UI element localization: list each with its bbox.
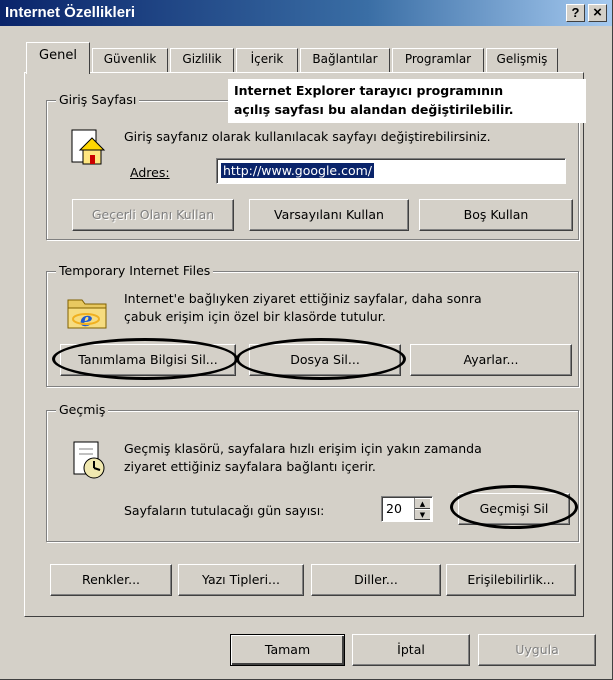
spin-up-icon[interactable]: ▲ xyxy=(415,498,430,509)
home-page-group-label: Giriş Sayfası xyxy=(56,92,140,107)
internet-options-dialog: Internet Özellikleri ? × Genel Güvenlik … xyxy=(0,0,613,680)
fonts-button[interactable]: Yazı Tipleri... xyxy=(178,564,304,596)
use-blank-button[interactable]: Boş Kullan xyxy=(419,199,573,231)
delete-files-button[interactable]: Dosya Sil... xyxy=(249,344,401,376)
history-group-label: Geçmiş xyxy=(56,402,109,417)
callout-line-1: Internet Explorer tarayıcı programının xyxy=(234,83,504,98)
tab-gelismis[interactable]: Gelişmiş xyxy=(486,48,558,72)
colors-button[interactable]: Renkler... xyxy=(50,564,172,596)
ok-button[interactable]: Tamam xyxy=(230,634,345,666)
window-title: Internet Özellikleri xyxy=(5,4,136,21)
svg-text:e: e xyxy=(80,307,93,331)
annotation-callout: Internet Explorer tarayıcı programının a… xyxy=(228,79,586,123)
settings-button[interactable]: Ayarlar... xyxy=(410,344,572,376)
history-icon xyxy=(73,441,105,479)
address-value: http://www.google.com/ xyxy=(221,163,374,178)
temp-files-description-1: Internet'e bağlıyken ziyaret ettiğiniz s… xyxy=(124,291,482,306)
accessibility-button[interactable]: Erişilebilirlik... xyxy=(446,564,576,596)
temp-files-description-2: çabuk erişim için özel bir klasörde tutu… xyxy=(124,309,386,324)
days-spin-buttons[interactable]: ▲ ▼ xyxy=(414,498,430,520)
tab-baglantilar[interactable]: Bağlantılar xyxy=(300,48,390,72)
use-current-button[interactable]: Geçerli Olanı Kullan xyxy=(72,199,234,231)
apply-button[interactable]: Uygula xyxy=(478,634,596,666)
tab-gizlilik[interactable]: Gizlilik xyxy=(170,48,234,72)
tab-icerik[interactable]: İçerik xyxy=(236,48,298,72)
use-default-button[interactable]: Varsayılanı Kullan xyxy=(249,199,409,231)
clear-history-button[interactable]: Geçmişi Sil xyxy=(458,493,570,525)
spin-down-icon[interactable]: ▼ xyxy=(415,509,430,520)
callout-line-2: açılış sayfası bu alandan değiştirilebil… xyxy=(234,102,514,117)
address-field[interactable]: http://www.google.com/ xyxy=(216,158,566,184)
ie-folder-icon: e xyxy=(67,299,107,331)
days-stepper[interactable]: 20 ▲ ▼ xyxy=(381,496,433,522)
tab-programlar[interactable]: Programlar xyxy=(392,48,484,72)
languages-button[interactable]: Diller... xyxy=(311,564,441,596)
title-bar[interactable]: Internet Özellikleri ? × xyxy=(0,0,612,26)
delete-cookies-button[interactable]: Tanımlama Bilgisi Sil... xyxy=(60,344,236,376)
history-description-1: Geçmiş klasörü, sayfalara hızlı erişim i… xyxy=(124,441,482,456)
tab-guvenlik[interactable]: Güvenlik xyxy=(92,48,168,72)
home-page-icon xyxy=(71,129,106,165)
history-description-2: ziyaret ettiğiniz sayfalara bağlantı içe… xyxy=(124,459,376,474)
address-label: Adres: xyxy=(130,165,170,180)
temp-files-group-label: Temporary Internet Files xyxy=(56,263,214,278)
home-page-description: Giriş sayfanız olarak kullanılacak sayfa… xyxy=(124,129,491,144)
days-value: 20 xyxy=(386,501,402,516)
cancel-button[interactable]: İptal xyxy=(352,634,470,666)
close-button[interactable]: × xyxy=(588,4,607,22)
days-label: Sayfaların tutulacağı gün sayısı: xyxy=(124,503,325,518)
tab-genel[interactable]: Genel xyxy=(26,42,90,74)
help-button[interactable]: ? xyxy=(566,4,585,22)
